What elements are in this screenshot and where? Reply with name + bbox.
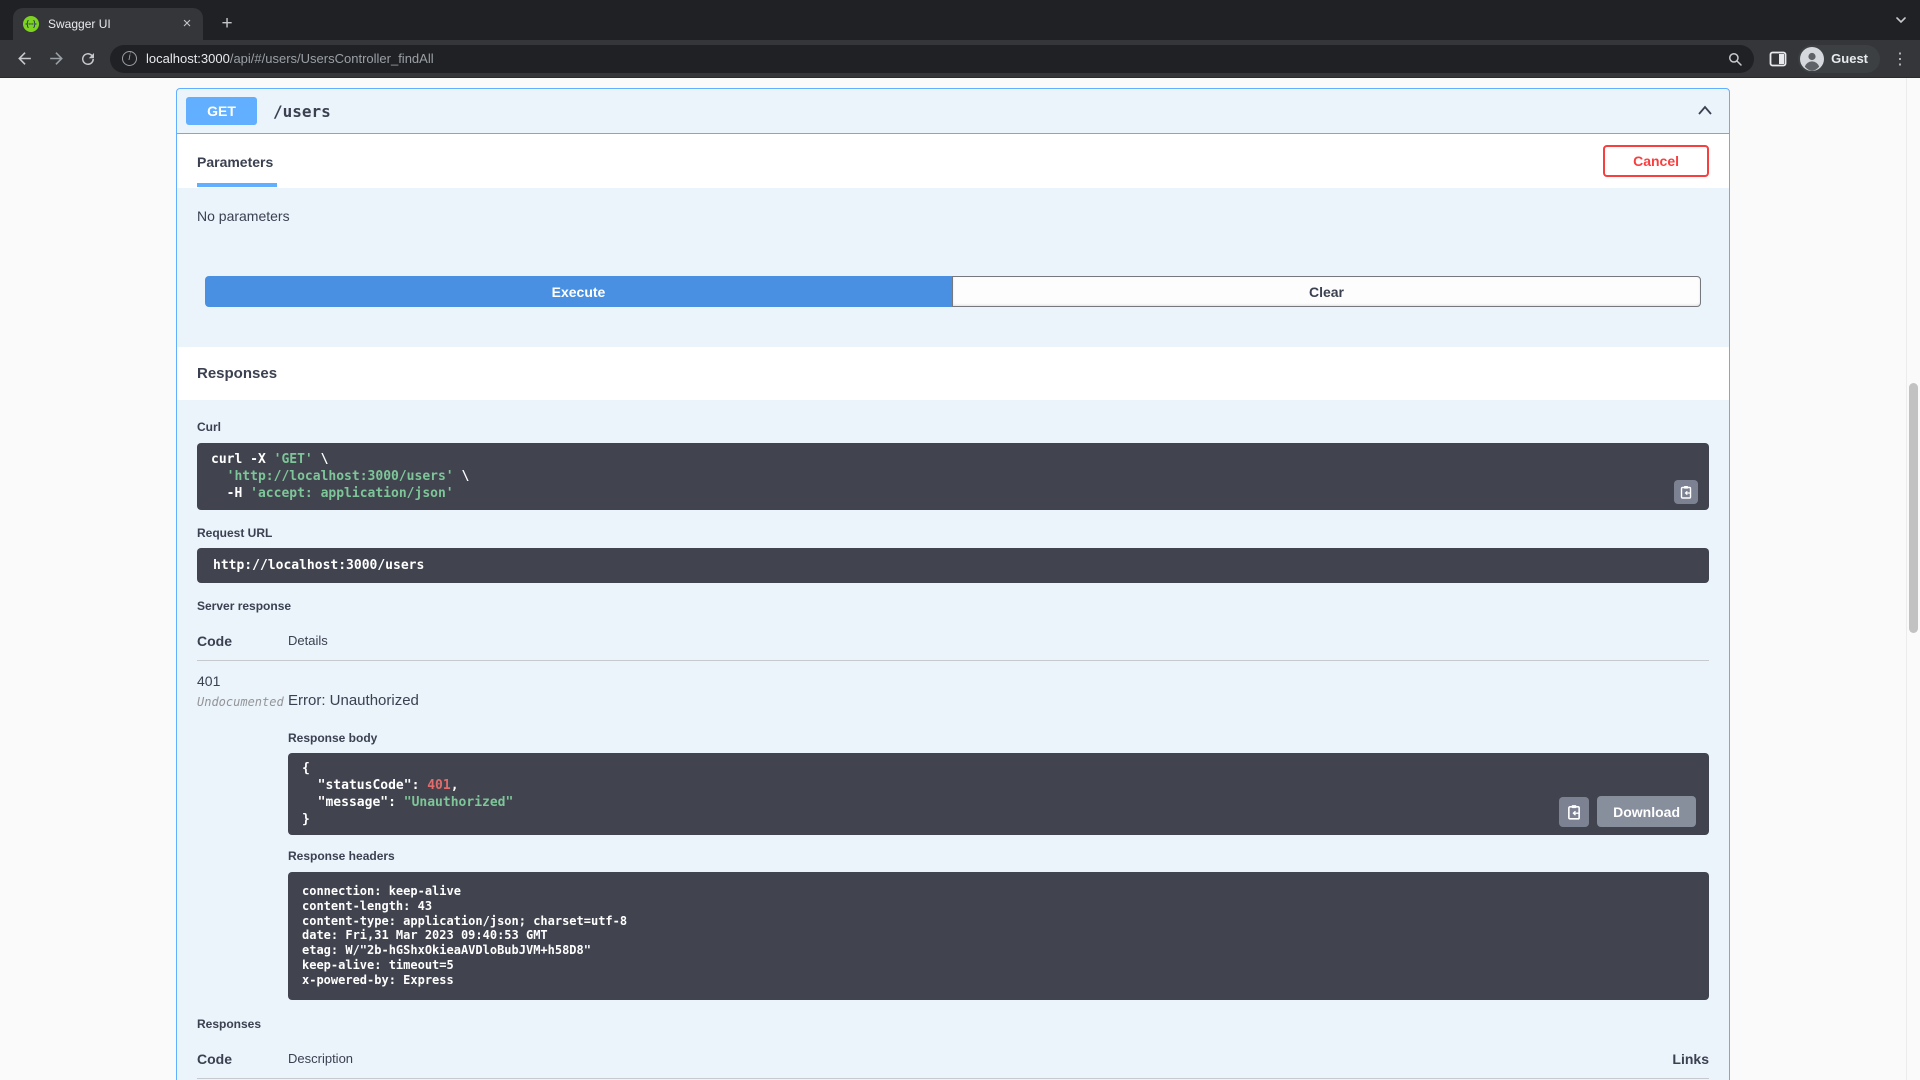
copy-curl-button[interactable] (1674, 480, 1698, 504)
column-details: Details (288, 633, 328, 648)
swagger-favicon-icon (23, 16, 39, 32)
profile-chip[interactable]: Guest (1798, 44, 1880, 73)
header-line: x-powered-by: Express (302, 972, 454, 987)
undocumented-tag: Undocumented (197, 695, 284, 709)
clipboard-icon (1568, 804, 1581, 820)
back-arrow-icon (17, 52, 31, 65)
tab-parameters[interactable]: Parameters (197, 136, 278, 187)
url-path: /api/#/users/UsersController_findAll (229, 51, 434, 66)
profile-name: Guest (1831, 51, 1868, 66)
json-line: } (302, 812, 310, 827)
tab-close-icon[interactable]: × (179, 16, 195, 32)
scrollbar-thumb[interactable] (1909, 383, 1918, 633)
endpoint-path: /users (273, 101, 331, 121)
response-headers-label: Response headers (288, 849, 395, 863)
tab-title: Swagger UI (48, 17, 111, 31)
opblock-get-users: GET /users Parameters Cancel No paramete… (176, 88, 1730, 1080)
header-line: date: Fri,31 Mar 2023 09:40:53 GMT (302, 928, 548, 943)
reload-icon (82, 52, 95, 65)
method-badge: GET (186, 97, 257, 125)
status-code: 401 (197, 673, 221, 689)
response-headers-block: connection: keep-alive content-length: 4… (288, 872, 1709, 1000)
parameters-header: Parameters Cancel (177, 134, 1729, 188)
parameters-body: No parameters Execute Clear (177, 188, 1729, 347)
curl-command-block: curl -X 'GET' \ 'http://localhost:3000/u… (197, 443, 1709, 510)
browser-toolbar: i localhost:3000/api/#/users/UsersContro… (0, 40, 1920, 78)
forward-arrow-icon (49, 52, 63, 65)
curl-line: curl -X 'GET' \ (211, 452, 329, 467)
error-description: Error: Unauthorized (288, 692, 419, 709)
column-links: Links (1672, 1050, 1709, 1067)
header-line: content-length: 43 (302, 898, 433, 913)
search-icon[interactable] (1726, 50, 1744, 68)
server-response-row: 401 Undocumented Error: Unauthorized Res… (197, 673, 1709, 1000)
server-response-label: Server response (197, 599, 292, 613)
json-line: "message": "Unauthorized" (302, 795, 514, 810)
url-bar[interactable]: i localhost:3000/api/#/users/UsersContro… (110, 44, 1755, 73)
curl-label: Curl (197, 420, 221, 434)
clipboard-icon (1680, 486, 1692, 499)
header-line: content-type: application/json; charset=… (302, 913, 628, 928)
status-cell: 401 Undocumented (197, 673, 288, 1000)
url-text: localhost:3000/api/#/users/UsersControll… (146, 51, 434, 66)
request-url-value: http://localhost:3000/users (197, 548, 1709, 583)
documented-responses-table-head: Code Description Links (197, 1051, 1709, 1079)
download-button[interactable]: Download (1597, 796, 1696, 827)
documented-responses-label: Responses (197, 1016, 262, 1031)
response-body-label: Response body (288, 731, 378, 745)
header-line: connection: keep-alive (302, 884, 461, 898)
header-line: etag: W/"2b-hGShxOkieaAVDloBubJVM+h58D8" (302, 943, 591, 958)
column-code: Code (197, 1050, 232, 1067)
url-host: localhost:3000 (146, 51, 230, 66)
swagger-page: GET /users Parameters Cancel No paramete… (0, 78, 1920, 1080)
browser-tab-strip: Swagger UI × + (0, 0, 1920, 40)
cancel-button[interactable]: Cancel (1603, 145, 1709, 177)
responses-body: Curl curl -X 'GET' \ 'http://localhost:3… (177, 400, 1729, 1080)
execute-row: Execute Clear (205, 276, 1701, 307)
execute-button[interactable]: Execute (205, 276, 952, 307)
column-code: Code (197, 633, 232, 649)
server-response-table-head: Code Details (197, 633, 1709, 661)
copy-response-button[interactable] (1559, 796, 1590, 827)
response-detail-cell: Error: Unauthorized Response body { "sta… (288, 673, 1709, 1000)
browser-menu-icon[interactable]: ⋮ (1890, 49, 1910, 69)
response-body-actions: Download (1559, 796, 1696, 827)
chevron-up-icon (1698, 105, 1712, 115)
no-parameters-text: No parameters (197, 208, 290, 224)
avatar-icon (1800, 46, 1825, 71)
responses-title: Responses (197, 365, 278, 382)
back-button[interactable] (8, 43, 40, 75)
json-line: { (302, 761, 310, 776)
header-line: keep-alive: timeout=5 (302, 957, 454, 972)
responses-section-header: Responses (177, 347, 1729, 400)
tab-search-chevron-icon[interactable] (1894, 13, 1908, 27)
opblock-summary[interactable]: GET /users (177, 89, 1729, 134)
curl-line: 'http://localhost:3000/users' \ (226, 469, 470, 484)
forward-button[interactable] (40, 43, 72, 75)
clear-button[interactable]: Clear (952, 276, 1701, 307)
browser-tab[interactable]: Swagger UI × (13, 8, 203, 40)
scrollbar-track[interactable] (1906, 78, 1920, 1080)
collapse-button[interactable] (1693, 99, 1717, 123)
curl-line: -H 'accept: application/json' (211, 486, 454, 501)
page-info-icon[interactable]: i (122, 51, 137, 66)
new-tab-button[interactable]: + (215, 14, 239, 33)
column-description: Description (288, 1050, 354, 1066)
json-line: "statusCode": 401, (302, 778, 459, 793)
response-body-block: { "statusCode": 401, "message": "Unautho… (288, 753, 1709, 835)
reload-button[interactable] (72, 43, 104, 75)
side-panel-icon[interactable] (1768, 49, 1788, 69)
request-url-label: Request URL (197, 526, 273, 540)
